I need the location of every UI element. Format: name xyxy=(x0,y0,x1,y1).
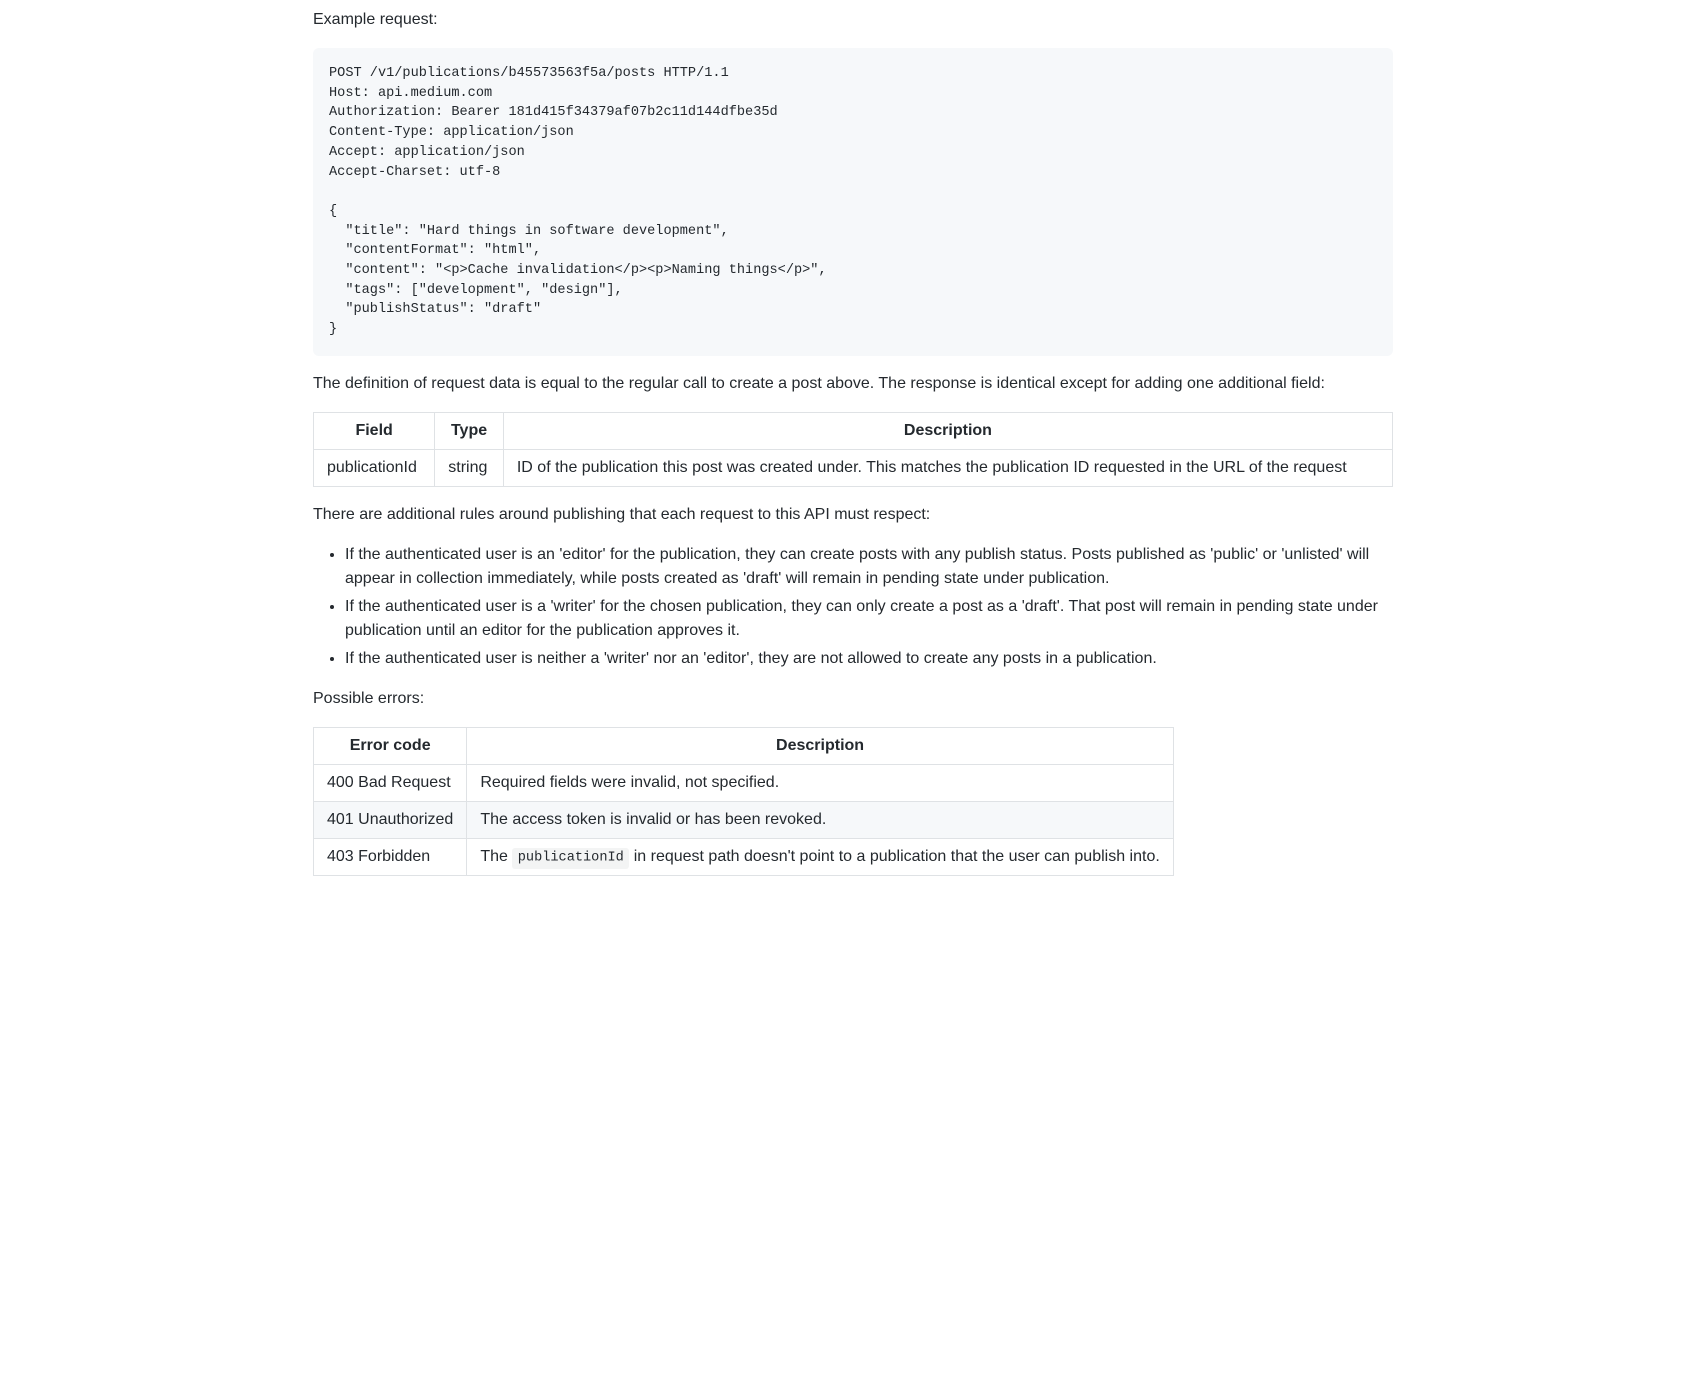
errors-table: Error code Description 400 Bad Request R… xyxy=(313,727,1393,876)
list-item: If the authenticated user is neither a '… xyxy=(345,647,1393,671)
errors-header-code: Error code xyxy=(314,727,467,764)
table-row: 403 Forbidden The publicationId in reque… xyxy=(314,838,1174,875)
error-desc-prefix: The xyxy=(480,848,512,865)
example-request-code: POST /v1/publications/b45573563f5a/posts… xyxy=(313,48,1393,356)
list-item: If the authenticated user is an 'editor'… xyxy=(345,543,1393,591)
field-type: string xyxy=(435,449,504,486)
error-description: Required fields were invalid, not specif… xyxy=(467,764,1173,801)
rules-list: If the authenticated user is an 'editor'… xyxy=(313,543,1393,671)
error-code: 403 Forbidden xyxy=(314,838,467,875)
list-item: If the authenticated user is a 'writer' … xyxy=(345,595,1393,643)
doc-container: Example request: POST /v1/publications/b… xyxy=(313,0,1393,876)
table-row: publicationId string ID of the publicati… xyxy=(314,449,1393,486)
fields-header-field: Field xyxy=(314,412,435,449)
fields-header-description: Description xyxy=(503,412,1392,449)
error-description: The publicationId in request path doesn'… xyxy=(467,838,1173,875)
error-description: The access token is invalid or has been … xyxy=(467,801,1173,838)
fields-table: Field Type Description publicationId str… xyxy=(313,412,1393,487)
field-name: publicationId xyxy=(314,449,435,486)
field-description: ID of the publication this post was crea… xyxy=(503,449,1392,486)
example-request-label: Example request: xyxy=(313,8,1393,32)
rules-intro: There are additional rules around publis… xyxy=(313,503,1393,527)
inline-code: publicationId xyxy=(512,848,629,868)
definition-text: The definition of request data is equal … xyxy=(313,372,1393,396)
table-row: 401 Unauthorized The access token is inv… xyxy=(314,801,1174,838)
error-code: 401 Unauthorized xyxy=(314,801,467,838)
table-row: 400 Bad Request Required fields were inv… xyxy=(314,764,1174,801)
fields-header-type: Type xyxy=(435,412,504,449)
possible-errors-label: Possible errors: xyxy=(313,687,1393,711)
error-code: 400 Bad Request xyxy=(314,764,467,801)
errors-header-description: Description xyxy=(467,727,1173,764)
error-desc-suffix: in request path doesn't point to a publi… xyxy=(629,848,1160,865)
